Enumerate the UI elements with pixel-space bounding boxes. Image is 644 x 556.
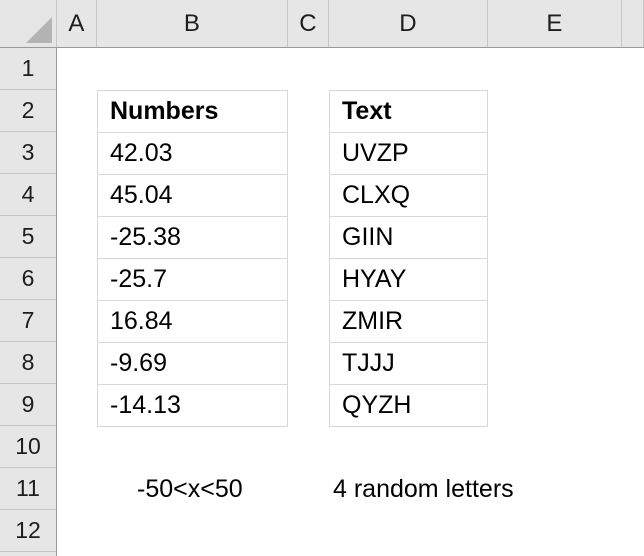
column-header-c[interactable]: C: [288, 0, 329, 47]
text-description-note[interactable]: 4 random letters: [333, 468, 514, 510]
table-row: GIIN: [329, 216, 488, 259]
text-cell[interactable]: TJJJ: [329, 342, 488, 385]
row-header-column: 1 2 3 4 5 6 7 8 9 10 11 12: [0, 48, 57, 556]
table-row: Numbers: [97, 90, 288, 133]
row-header-4[interactable]: 4: [0, 174, 56, 216]
numbers-cell[interactable]: 16.84: [97, 300, 288, 343]
table-row: HYAY: [329, 258, 488, 301]
text-table: Text UVZP CLXQ GIIN HYAY ZMIR TJJJ QYZH: [329, 90, 488, 427]
row-header-1[interactable]: 1: [0, 48, 56, 90]
spreadsheet-grid: A B C D E 1 2 3 4 5 6 7 8 9 10 11 12 Num…: [0, 0, 644, 556]
table-row: 16.84: [97, 300, 288, 343]
row-header-11[interactable]: 11: [0, 468, 56, 510]
column-header-e[interactable]: E: [488, 0, 622, 47]
select-all-corner-button[interactable]: [0, 0, 57, 47]
numbers-table: Numbers 42.03 45.04 -25.38 -25.7 16.84 -…: [97, 90, 288, 427]
column-header-a[interactable]: A: [57, 0, 97, 47]
table-row: -25.38: [97, 216, 288, 259]
row-header-12[interactable]: 12: [0, 510, 56, 552]
table-row: 42.03: [97, 132, 288, 175]
table-row: -25.7: [97, 258, 288, 301]
text-cell[interactable]: UVZP: [329, 132, 488, 175]
numbers-cell[interactable]: -25.7: [97, 258, 288, 301]
row-header-9[interactable]: 9: [0, 384, 56, 426]
table-row: -14.13: [97, 384, 288, 427]
numbers-range-note[interactable]: -50<x<50: [137, 468, 243, 510]
numbers-cell[interactable]: -9.69: [97, 342, 288, 385]
numbers-cell[interactable]: -25.38: [97, 216, 288, 259]
text-cell[interactable]: ZMIR: [329, 300, 488, 343]
row-header-7[interactable]: 7: [0, 300, 56, 342]
numbers-header-cell[interactable]: Numbers: [97, 90, 288, 133]
column-header-b[interactable]: B: [97, 0, 288, 47]
text-cell[interactable]: HYAY: [329, 258, 488, 301]
row-header-6[interactable]: 6: [0, 258, 56, 300]
table-row: QYZH: [329, 384, 488, 427]
table-row: Text: [329, 90, 488, 133]
text-header-cell[interactable]: Text: [329, 90, 488, 133]
table-row: -9.69: [97, 342, 288, 385]
table-row: ZMIR: [329, 300, 488, 343]
row-header-2[interactable]: 2: [0, 90, 56, 132]
row-header-10[interactable]: 10: [0, 426, 56, 468]
select-all-triangle-icon: [26, 17, 52, 43]
row-header-5[interactable]: 5: [0, 216, 56, 258]
table-row: CLXQ: [329, 174, 488, 217]
row-header-8[interactable]: 8: [0, 342, 56, 384]
text-cell[interactable]: GIIN: [329, 216, 488, 259]
column-header-row: A B C D E: [0, 0, 644, 48]
numbers-cell[interactable]: 45.04: [97, 174, 288, 217]
column-header-f[interactable]: [622, 0, 644, 47]
table-row: UVZP: [329, 132, 488, 175]
text-cell[interactable]: CLXQ: [329, 174, 488, 217]
row-header-3[interactable]: 3: [0, 132, 56, 174]
grid-cells-area: Numbers 42.03 45.04 -25.38 -25.7 16.84 -…: [58, 49, 644, 556]
table-row: TJJJ: [329, 342, 488, 385]
numbers-cell[interactable]: -14.13: [97, 384, 288, 427]
column-header-d[interactable]: D: [329, 0, 488, 47]
numbers-cell[interactable]: 42.03: [97, 132, 288, 175]
table-row: 45.04: [97, 174, 288, 217]
text-cell[interactable]: QYZH: [329, 384, 488, 427]
